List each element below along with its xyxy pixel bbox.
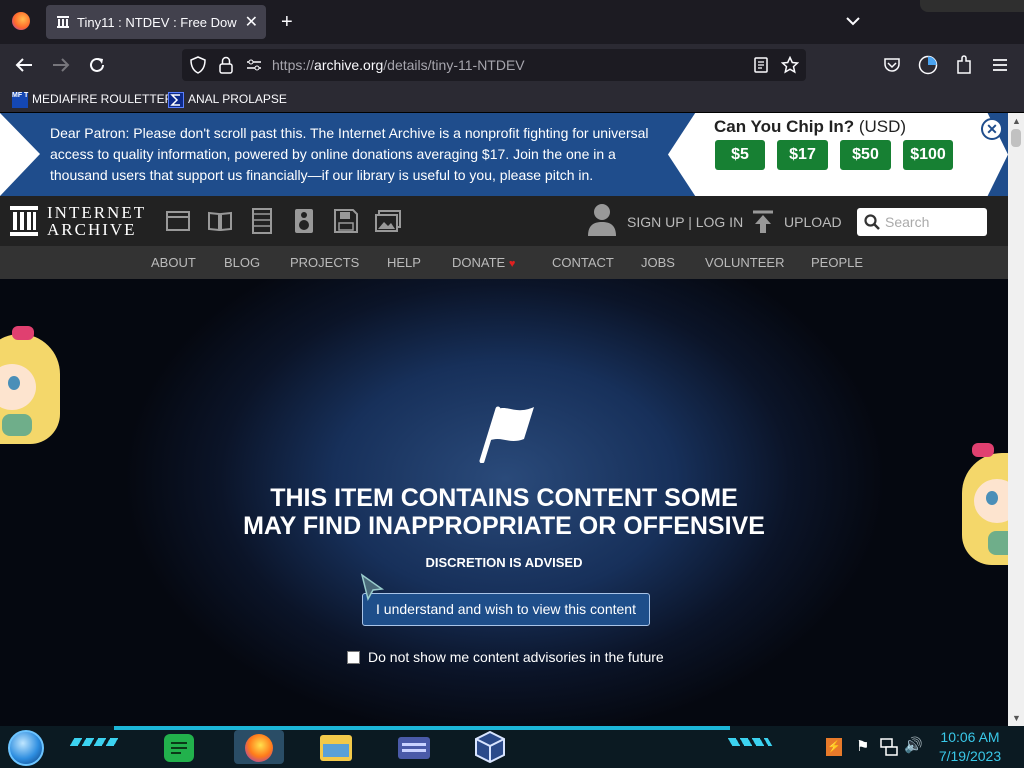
bookmarks-toolbar: MF T MEDIAFIRE ROULETTER ANAL PROLAPSE	[0, 86, 1024, 112]
reader-view-icon[interactable]	[754, 57, 768, 73]
signup-login-link[interactable]: SIGN UP | LOG IN	[627, 214, 743, 230]
action-center-flag-icon[interactable]: ⚑	[856, 737, 869, 755]
chip-in-title: Can You Chip In? (USD)	[714, 117, 907, 136]
firefox-taskbar-button[interactable]	[234, 730, 284, 764]
scrollbar-thumb[interactable]	[1011, 129, 1021, 147]
software-floppy-icon[interactable]	[334, 209, 358, 233]
donate-17-button[interactable]: $17	[777, 140, 828, 170]
donation-banner: Dear Patron: Please don't scroll past th…	[0, 113, 1008, 196]
list-all-tabs-chevron-icon[interactable]	[846, 16, 860, 26]
bookmark-star-icon[interactable]	[781, 56, 799, 74]
url-text: https://archive.org/details/tiny-11-NTDE…	[272, 57, 525, 73]
nav-help[interactable]: HELP	[387, 255, 421, 270]
browser-nav-bar: https://archive.org/details/tiny-11-NTDE…	[0, 44, 1024, 86]
browser-tab-bar: Tiny11 : NTDEV : Free Download ✕ +	[0, 0, 1024, 44]
control-panel-icon[interactable]	[398, 737, 430, 759]
taskbar-decoration-left	[69, 738, 121, 746]
scroll-down-arrow-icon[interactable]: ▼	[1012, 713, 1021, 723]
start-orb-icon[interactable]	[8, 730, 44, 766]
video-film-icon[interactable]	[250, 208, 274, 234]
archive-favicon-icon	[57, 16, 69, 28]
donation-banner-text: Dear Patron: Please don't scroll past th…	[50, 125, 649, 183]
no-advisory-label: Do not show me content advisories in the…	[368, 649, 664, 665]
lock-icon[interactable]	[219, 56, 233, 74]
web-archive-icon[interactable]	[166, 211, 190, 231]
tray-app-icon[interactable]: ⚡	[826, 738, 842, 756]
bookmark-mediafire-rouletter[interactable]: MF T MEDIAFIRE ROULETTER	[12, 92, 173, 108]
nav-people[interactable]: PEOPLE	[811, 255, 863, 270]
browser-tab-active[interactable]: Tiny11 : NTDEV : Free Download ✕	[46, 5, 266, 39]
nav-donate[interactable]: DONATE ♥	[452, 255, 515, 270]
donation-amount-panel: Can You Chip In? (USD) $5 $17 $50 $100	[668, 113, 1008, 196]
flag-icon	[479, 406, 534, 463]
no-advisory-checkbox[interactable]	[347, 651, 360, 664]
volume-speaker-icon[interactable]: 🔊	[904, 736, 923, 754]
nav-about[interactable]: ABOUT	[151, 255, 196, 270]
archive-logo-icon[interactable]	[10, 206, 38, 236]
search-input[interactable]: Search	[857, 208, 987, 236]
os-taskbar: ⚡ ⚑ 🔊 10:06 AM 7/19/2023	[0, 726, 1024, 768]
system-clock[interactable]: 10:06 AM 7/19/2023	[930, 728, 1010, 766]
account-sync-icon[interactable]	[918, 55, 938, 75]
bookmark-label: MEDIAFIRE ROULETTER	[32, 92, 174, 107]
ia-sub-navigation: ABOUT BLOG PROJECTS HELP DONATE ♥ CONTAC…	[0, 246, 1008, 279]
back-arrow-icon[interactable]	[15, 57, 33, 73]
bookmark-anal-prolapse[interactable]: ANAL PROLAPSE	[168, 92, 287, 108]
file-explorer-folder-icon[interactable]	[320, 735, 352, 761]
nav-contact[interactable]: CONTACT	[552, 255, 614, 270]
scroll-up-arrow-icon[interactable]: ▲	[1012, 116, 1021, 126]
donate-100-button[interactable]: $100	[903, 140, 953, 170]
search-icon	[864, 214, 880, 230]
hamburger-menu-icon[interactable]	[992, 58, 1008, 72]
virtualbox-cube-icon[interactable]	[475, 731, 505, 763]
tab-title: Tiny11 : NTDEV : Free Download	[77, 15, 237, 30]
extensions-puzzle-icon[interactable]	[955, 55, 973, 75]
notes-app-icon[interactable]	[164, 734, 194, 762]
permissions-sliders-icon[interactable]	[246, 58, 262, 72]
upload-arrow-icon[interactable]	[752, 210, 774, 234]
bookmark-label: ANAL PROLAPSE	[188, 92, 287, 107]
banner-left-arrow-decoration	[0, 113, 40, 196]
donate-50-button[interactable]: $50	[840, 140, 891, 170]
audio-speaker-icon[interactable]	[294, 208, 314, 234]
user-avatar-icon[interactable]	[587, 203, 617, 237]
content-advisory-area: THIS ITEM CONTAINS CONTENT SOME MAY FIND…	[0, 279, 1008, 726]
pocket-icon[interactable]	[883, 57, 901, 73]
reload-icon[interactable]	[88, 56, 106, 74]
ia-top-header: INTERNET ARCHIVE SIGN UP | LOG IN UPLOAD …	[0, 196, 1008, 246]
archive-logo-text[interactable]: INTERNET ARCHIVE	[47, 204, 146, 238]
page-scrollbar[interactable]: ▲ ▼	[1008, 113, 1024, 726]
advisory-heading: THIS ITEM CONTAINS CONTENT SOME MAY FIND…	[243, 484, 765, 540]
search-placeholder: Search	[885, 214, 930, 230]
discretion-advised-text: DISCRETION IS ADVISED	[425, 555, 583, 570]
mascot-character-left	[0, 324, 62, 444]
mediafire-logo-icon: MF T	[12, 92, 28, 108]
nav-jobs[interactable]: JOBS	[641, 255, 675, 270]
firefox-taskbar-icon	[245, 734, 273, 762]
close-banner-button[interactable]: ✕	[981, 118, 1003, 140]
upload-link[interactable]: UPLOAD	[784, 214, 842, 230]
nav-projects[interactable]: PROJECTS	[290, 255, 359, 270]
firefox-icon[interactable]	[12, 12, 30, 30]
window-frame-decoration	[920, 0, 1024, 12]
donate-5-button[interactable]: $5	[715, 140, 765, 170]
close-tab-icon[interactable]: ✕	[245, 12, 258, 32]
heart-icon: ♥	[508, 258, 516, 270]
taskbar-decoration-right	[727, 738, 773, 746]
sigma-bookmark-icon	[168, 92, 184, 108]
no-advisory-checkbox-row[interactable]: Do not show me content advisories in the…	[347, 649, 664, 665]
view-content-button[interactable]: I understand and wish to view this conte…	[362, 593, 650, 626]
mouse-cursor-icon	[360, 573, 385, 601]
new-tab-plus-icon[interactable]: +	[281, 11, 293, 34]
nav-volunteer[interactable]: VOLUNTEER	[705, 255, 784, 270]
tracking-protection-shield-icon[interactable]	[190, 56, 206, 74]
taskbar-top-glow	[114, 726, 730, 730]
network-icon[interactable]	[880, 738, 898, 756]
texts-book-icon[interactable]	[208, 211, 232, 231]
nav-blog[interactable]: BLOG	[224, 255, 260, 270]
forward-arrow-icon[interactable]	[52, 57, 70, 73]
images-picture-icon[interactable]	[375, 210, 401, 232]
url-bar[interactable]: https://archive.org/details/tiny-11-NTDE…	[182, 49, 806, 81]
